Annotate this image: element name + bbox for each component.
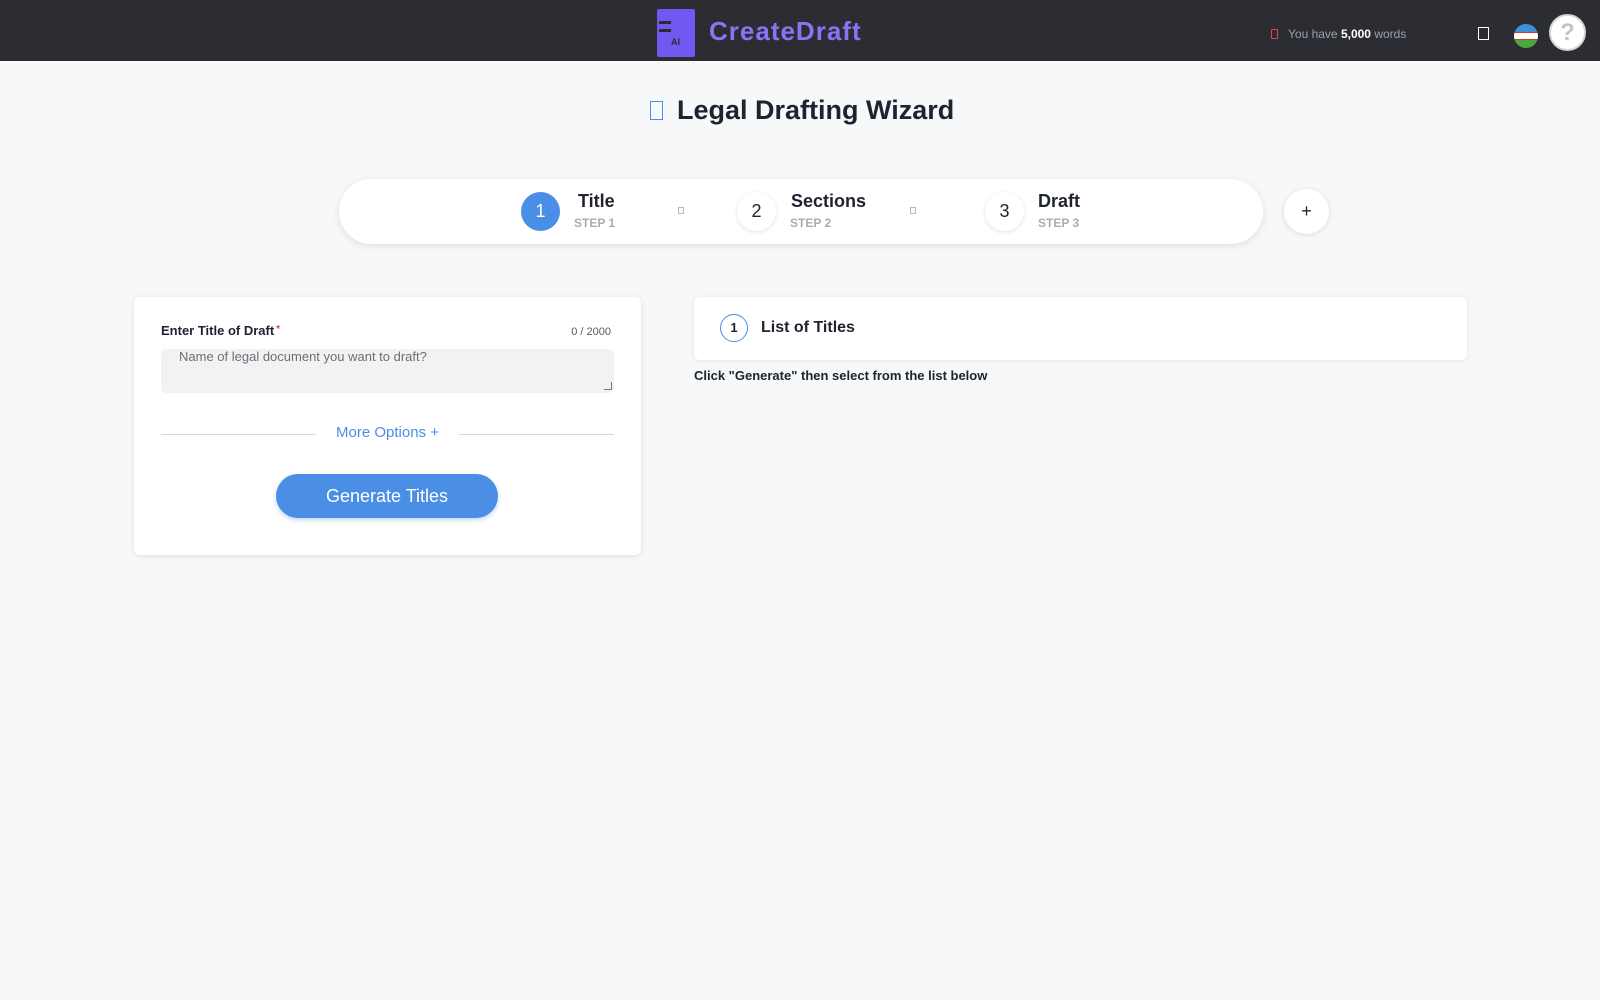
avatar-question-icon: ? — [1560, 19, 1575, 46]
step-3-sub: STEP 3 — [1038, 216, 1080, 230]
step-1-label[interactable]: Title — [578, 191, 615, 212]
more-options-row: More Options + — [134, 424, 641, 441]
character-counter: 0 / 2000 — [571, 326, 611, 338]
generate-titles-button[interactable]: Generate Titles — [276, 474, 498, 518]
logo-bar — [659, 29, 671, 32]
required-mark: * — [276, 324, 281, 335]
add-step-button[interactable]: + — [1284, 189, 1329, 234]
flag-stripe-green — [1514, 40, 1538, 48]
word-balance: You have 5,000 words — [1271, 27, 1406, 41]
titles-hint-text: Click "Generate" then select from the li… — [694, 368, 988, 383]
step-3-label[interactable]: Draft — [1038, 191, 1080, 212]
words-suffix: words — [1374, 27, 1407, 41]
titles-list-card: 1 List of Titles — [694, 297, 1467, 360]
list-title: List of Titles — [761, 319, 855, 336]
draft-title-input[interactable] — [161, 349, 614, 393]
step-3-circle[interactable]: 3 — [985, 192, 1024, 231]
wizard-stepper: 1 Title STEP 1 2 Sections STEP 2 3 Draft… — [339, 179, 1263, 244]
page-title-text: Legal Drafting Wizard — [677, 95, 955, 125]
words-count: 5,000 — [1340, 27, 1371, 41]
step-2-circle[interactable]: 2 — [737, 192, 776, 231]
avatar[interactable]: ? — [1549, 14, 1586, 51]
resize-handle-icon[interactable] — [604, 382, 612, 390]
logo-ai-text: AI — [671, 37, 680, 47]
document-icon — [650, 101, 663, 120]
ticket-icon — [1271, 29, 1278, 39]
title-field-label-text: Enter Title of Draft — [161, 323, 275, 338]
draft-title-card: Enter Title of Draft* 0 / 2000 More Opti… — [134, 297, 641, 555]
flag-stripe-blue — [1514, 24, 1538, 32]
top-navbar: AI CreateDraft You have 5,000 words ? — [0, 0, 1600, 61]
page-title: Legal Drafting Wizard — [650, 95, 954, 126]
step-2-label[interactable]: Sections — [791, 191, 866, 212]
flag-icon[interactable] — [1514, 24, 1538, 48]
more-options-link[interactable]: More Options + — [336, 424, 439, 441]
step-1-sub: STEP 1 — [574, 216, 616, 230]
brand-name[interactable]: CreateDraft — [709, 16, 862, 47]
step-1-circle[interactable]: 1 — [521, 192, 560, 231]
square-icon[interactable] — [1478, 27, 1489, 40]
list-number-badge: 1 — [720, 314, 748, 342]
step-separator-icon — [910, 207, 916, 214]
logo-bar — [659, 21, 671, 24]
flag-stripe-white — [1514, 32, 1538, 40]
step-2-sub: STEP 2 — [790, 216, 832, 230]
words-prefix: You have — [1288, 27, 1338, 41]
createdraft-logo-icon[interactable]: AI — [657, 9, 695, 57]
title-field-label: Enter Title of Draft * — [161, 323, 280, 338]
step-separator-icon — [678, 207, 684, 214]
